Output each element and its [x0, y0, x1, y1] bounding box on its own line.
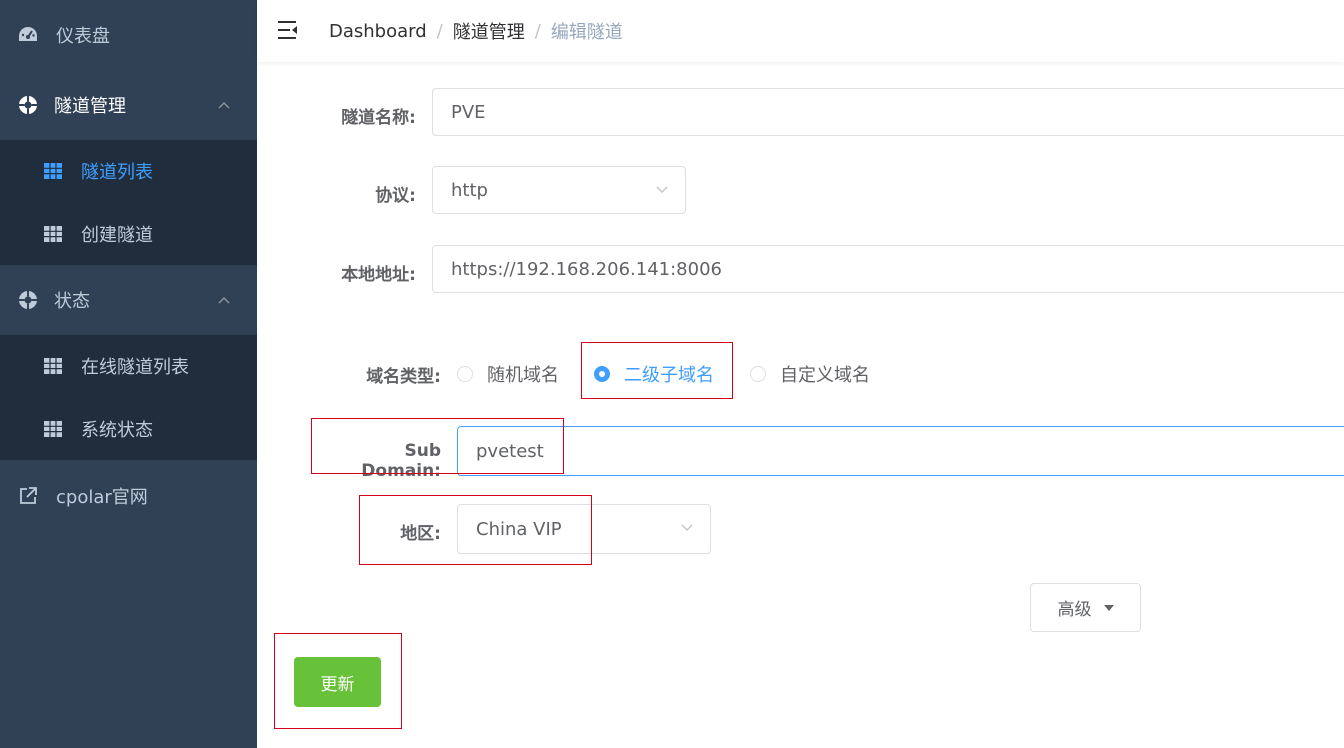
dashboard-icon	[18, 25, 38, 45]
protocol-label: 协议:	[375, 186, 416, 206]
sidebar-item-label: 仪表盘	[56, 26, 110, 47]
subdomain-label: Sub Domain:	[361, 441, 441, 481]
advanced-button[interactable]: 高级	[1030, 583, 1141, 632]
caret-down-icon	[1103, 604, 1114, 611]
sidebar-item-label: cpolar官网	[56, 487, 148, 508]
breadcrumb-edit-tunnel: 编辑隧道	[550, 22, 623, 43]
breadcrumb-separator: /	[436, 20, 443, 42]
tunnel-name-label: 隧道名称:	[341, 108, 416, 128]
update-label: 更新	[320, 674, 355, 695]
submenu-status: 在线隧道列表 系统状态	[0, 335, 257, 460]
breadcrumb-dashboard[interactable]: Dashboard	[329, 21, 427, 42]
radio-label: 二级子域名	[624, 365, 714, 386]
region-value: China VIP	[476, 518, 562, 540]
breadcrumb-tunnel-management[interactable]: 隧道管理	[453, 18, 525, 44]
sidebar-item-create-tunnel[interactable]: 创建隧道	[0, 203, 257, 265]
radio-label: 随机域名	[487, 365, 559, 386]
radio-circle	[594, 366, 610, 382]
sidebar-item-system-status[interactable]: 系统状态	[0, 398, 257, 460]
protocol-value: http	[451, 179, 488, 201]
top-navbar: Dashboard / 隧道管理 / 编辑隧道	[257, 0, 1344, 62]
external-link-icon	[18, 486, 38, 506]
chevron-down-icon	[656, 186, 668, 193]
region-label: 地区:	[400, 524, 441, 544]
table-icon	[44, 163, 62, 179]
sidebar-item-cpolar-site[interactable]: cpolar官网	[0, 466, 257, 526]
sidebar-item-label: 创建隧道	[81, 225, 153, 246]
table-icon	[44, 226, 62, 242]
radio-label: 自定义域名	[780, 365, 870, 386]
protocol-select[interactable]: http	[432, 166, 686, 214]
hamburger-icon[interactable]	[277, 20, 299, 40]
local-address-label: 本地地址:	[341, 265, 416, 285]
lifebuoy-icon	[18, 290, 38, 310]
lifebuoy-icon	[18, 95, 38, 115]
region-select[interactable]: China VIP	[457, 504, 711, 554]
breadcrumb-separator: /	[534, 20, 541, 42]
tunnel-name-input[interactable]: PVE	[432, 88, 1344, 136]
sidebar-item-label: 隧道列表	[81, 162, 153, 183]
chevron-up-icon[interactable]	[217, 295, 231, 305]
subdomain-input[interactable]: pvetest	[457, 426, 1344, 476]
sidebar: 仪表盘 隧道管理 隧道列表 创建隧道 状态 在线隧道列表 系统状态 cpolar…	[0, 0, 257, 748]
local-address-value: https://192.168.206.141:8006	[451, 258, 722, 280]
radio-random-domain[interactable]: 随机域名	[457, 361, 559, 387]
sidebar-item-label: 系统状态	[81, 420, 153, 441]
chevron-up-icon[interactable]	[217, 100, 231, 110]
submenu-tunnel: 隧道列表 创建隧道	[0, 140, 257, 265]
subdomain-value: pvetest	[476, 440, 544, 462]
radio-circle	[457, 366, 473, 382]
table-icon	[44, 421, 62, 437]
chevron-down-icon	[681, 524, 693, 531]
sidebar-item-tunnel-management[interactable]: 隧道管理	[0, 75, 257, 135]
sidebar-item-label: 隧道管理	[54, 96, 126, 117]
radio-subdomain[interactable]: 二级子域名	[594, 361, 714, 387]
update-button[interactable]: 更新	[294, 657, 381, 707]
sidebar-item-status[interactable]: 状态	[0, 270, 257, 330]
sidebar-item-label: 在线隧道列表	[81, 357, 189, 378]
local-address-input[interactable]: https://192.168.206.141:8006	[432, 245, 1344, 293]
domain-type-label: 域名类型:	[366, 367, 441, 387]
table-icon	[44, 358, 62, 374]
sidebar-item-tunnel-list[interactable]: 隧道列表	[0, 140, 257, 202]
advanced-label: 高级	[1057, 600, 1092, 620]
sidebar-item-online-tunnels[interactable]: 在线隧道列表	[0, 335, 257, 397]
radio-custom-domain[interactable]: 自定义域名	[750, 361, 870, 387]
breadcrumb: Dashboard / 隧道管理 / 编辑隧道	[329, 0, 623, 62]
sidebar-item-label: 状态	[54, 291, 90, 312]
sidebar-item-dashboard[interactable]: 仪表盘	[0, 5, 257, 65]
tunnel-name-value: PVE	[451, 101, 486, 123]
radio-circle	[750, 366, 766, 382]
